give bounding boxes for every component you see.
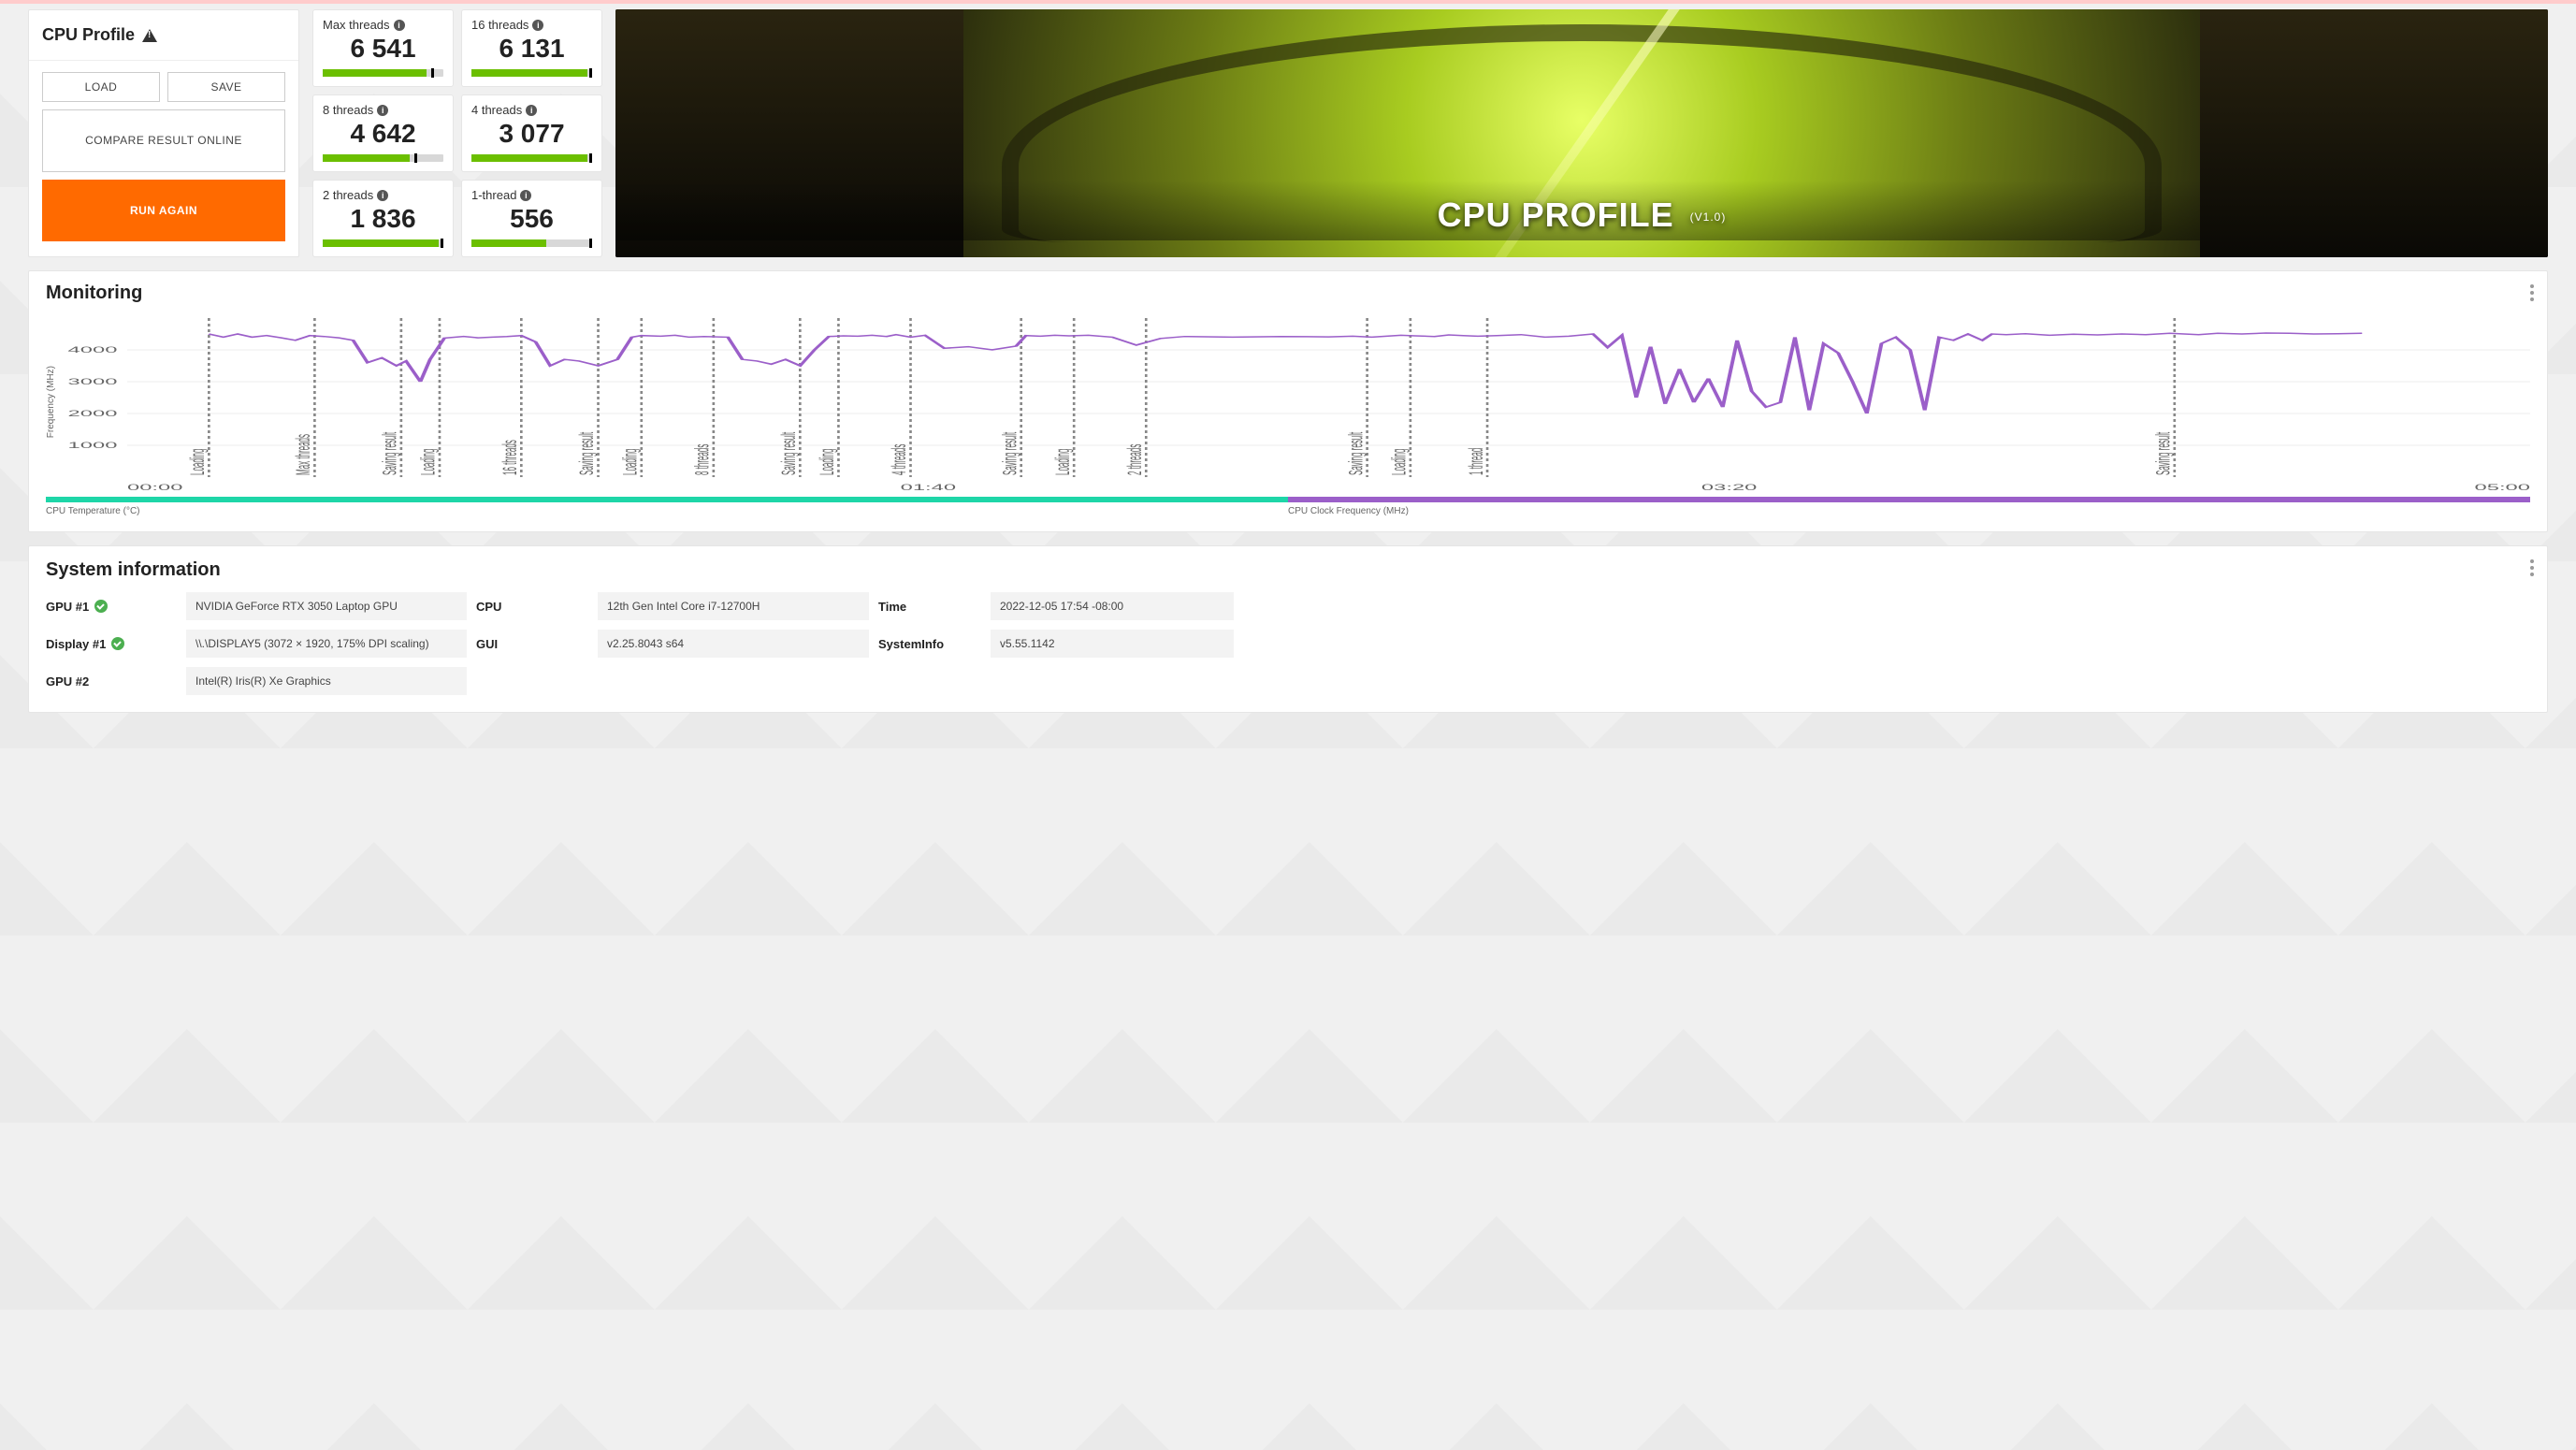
svg-text:Loading: Loading: [1389, 449, 1410, 475]
svg-text:Saving result: Saving result: [779, 432, 800, 475]
score-value: 556: [471, 204, 592, 234]
svg-text:01:40: 01:40: [901, 483, 956, 491]
score-label: 4 threads i: [471, 103, 592, 117]
legend-clock: CPU Clock Frequency (MHz): [1288, 506, 2530, 516]
cpu-label: CPU: [476, 600, 588, 614]
kebab-menu-icon[interactable]: [2530, 559, 2534, 576]
score-card: 2 threads i 1 836: [312, 180, 454, 257]
time-value: 2022-12-05 17:54 -08:00: [991, 592, 1234, 620]
hero-version: (V1.0): [1690, 210, 1727, 224]
gpu2-label: GPU #2: [46, 674, 177, 689]
profile-title-text: CPU Profile: [42, 25, 135, 45]
legend-temperature: CPU Temperature (°C): [46, 506, 1288, 516]
info-icon[interactable]: i: [532, 20, 543, 31]
score-label: 1-thread i: [471, 188, 592, 202]
score-grid: Max threads i 6 541 16 threads i 6 131 8 thr…: [312, 9, 602, 257]
frequency-chart: 1000 2000 3000 4000 Loading Max threads Saving…: [58, 313, 2530, 491]
svg-text:Loading: Loading: [1053, 449, 1074, 475]
kebab-menu-icon[interactable]: [2530, 284, 2534, 301]
svg-text:Max threads: Max threads: [294, 434, 314, 475]
svg-text:8 threads: 8 threads: [692, 444, 713, 475]
gui-label: GUI: [476, 637, 588, 651]
info-icon[interactable]: i: [394, 20, 405, 31]
save-button[interactable]: SAVE: [167, 72, 285, 102]
svg-text:4000: 4000: [68, 345, 118, 355]
svg-text:Loading: Loading: [188, 449, 209, 475]
score-value: 6 131: [471, 34, 592, 64]
gui-value: v2.25.8043 s64: [598, 630, 869, 658]
check-icon: [94, 600, 108, 613]
svg-text:Saving result: Saving result: [380, 432, 400, 475]
systeminfo-label: SystemInfo: [878, 637, 981, 651]
monitoring-title: Monitoring: [46, 283, 2530, 304]
display1-label: Display #1: [46, 637, 177, 651]
info-icon[interactable]: i: [520, 190, 531, 201]
score-value: 6 541: [323, 34, 443, 64]
legend-bar: [46, 497, 2530, 502]
score-card: 8 threads i 4 642: [312, 94, 454, 172]
gpu1-label: GPU #1: [46, 600, 177, 614]
info-icon[interactable]: i: [377, 105, 388, 116]
info-icon[interactable]: i: [526, 105, 537, 116]
svg-text:Loading: Loading: [418, 449, 439, 475]
score-card: 4 threads i 3 077: [461, 94, 602, 172]
svg-text:Loading: Loading: [620, 449, 641, 475]
svg-text:16 threads: 16 threads: [500, 440, 521, 475]
svg-text:05:00: 05:00: [2475, 483, 2530, 491]
svg-text:Saving result: Saving result: [1000, 432, 1020, 475]
time-label: Time: [878, 600, 981, 614]
score-bar: [471, 69, 592, 77]
score-bar: [471, 239, 592, 247]
svg-text:Saving result: Saving result: [2153, 432, 2174, 475]
svg-text:Loading: Loading: [818, 449, 838, 475]
divider: [29, 60, 298, 61]
score-bar: [323, 69, 443, 77]
score-value: 4 642: [323, 119, 443, 149]
page-title: CPU Profile: [42, 25, 285, 45]
compare-online-button[interactable]: COMPARE RESULT ONLINE: [42, 109, 285, 172]
score-label: 8 threads i: [323, 103, 443, 117]
monitoring-panel: Monitoring Frequency (MHz) 1000 2000 3000 4…: [28, 270, 2548, 532]
warning-icon: [142, 29, 157, 42]
score-bar: [323, 239, 443, 247]
score-bar: [471, 154, 592, 162]
gpu1-value: NVIDIA GeForce RTX 3050 Laptop GPU: [186, 592, 467, 620]
load-button[interactable]: LOAD: [42, 72, 160, 102]
svg-text:4 threads: 4 threads: [890, 444, 910, 475]
info-icon[interactable]: i: [377, 190, 388, 201]
profile-panel: CPU Profile LOAD SAVE COMPARE RESULT ONL…: [28, 9, 299, 257]
svg-text:2 threads: 2 threads: [1125, 444, 1146, 475]
score-card: 1-thread i 556: [461, 180, 602, 257]
svg-text:3000: 3000: [68, 377, 118, 386]
cpu-value: 12th Gen Intel Core i7-12700H: [598, 592, 869, 620]
svg-text:1 thread: 1 thread: [1467, 448, 1487, 475]
check-icon: [111, 637, 124, 650]
svg-text:2000: 2000: [68, 409, 118, 418]
svg-text:1000: 1000: [68, 441, 118, 450]
score-value: 1 836: [323, 204, 443, 234]
score-card: Max threads i 6 541: [312, 9, 454, 87]
svg-text:Saving result: Saving result: [577, 432, 598, 475]
systeminfo-value: v5.55.1142: [991, 630, 1234, 658]
svg-text:03:20: 03:20: [1701, 483, 1757, 491]
hero-title: CPU PROFILE (V1.0): [615, 181, 2548, 240]
hero-title-text: CPU PROFILE: [1438, 196, 1674, 234]
score-label: 2 threads i: [323, 188, 443, 202]
score-bar: [323, 154, 443, 162]
score-card: 16 threads i 6 131: [461, 9, 602, 87]
display1-value: \\.\DISPLAY5 (3072 × 1920, 175% DPI scal…: [186, 630, 467, 658]
hero-banner: CPU PROFILE (V1.0): [615, 9, 2548, 257]
run-again-button[interactable]: RUN AGAIN: [42, 180, 285, 242]
svg-text:Saving result: Saving result: [1346, 432, 1367, 475]
systeminfo-title: System information: [46, 559, 2530, 581]
chart-ylabel: Frequency (MHz): [46, 366, 56, 438]
systeminfo-panel: System information GPU #1 NVIDIA GeForce…: [28, 545, 2548, 713]
score-value: 3 077: [471, 119, 592, 149]
score-label: 16 threads i: [471, 18, 592, 32]
score-label: Max threads i: [323, 18, 443, 32]
gpu2-value: Intel(R) Iris(R) Xe Graphics: [186, 667, 467, 695]
svg-text:00:00: 00:00: [127, 483, 182, 491]
